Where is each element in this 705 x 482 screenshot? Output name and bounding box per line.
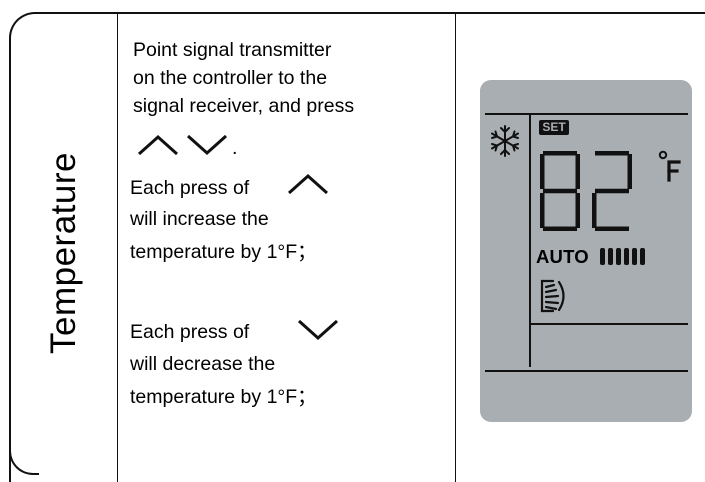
fan-mode-label: AUTO: [536, 246, 589, 267]
lcd-vertical-line: [529, 113, 531, 367]
lcd-top-line: [485, 113, 688, 115]
increase-prefix: Each press of: [130, 177, 250, 199]
digit-segment: [543, 151, 577, 156]
instruction-line-4-period: .: [232, 137, 238, 159]
increase-line-2: will increase the: [130, 208, 269, 230]
digit-segment: [575, 193, 580, 228]
row-title-cell: Temperature: [28, 138, 100, 368]
digit-segment: [592, 193, 597, 228]
decrease-line-3: temperature by 1°F；: [130, 386, 317, 408]
digit-segment: [595, 188, 629, 194]
digit-segment: [540, 193, 545, 228]
column-divider-right: [455, 12, 456, 482]
row-title: Temperature: [44, 152, 84, 354]
digit-segment: [543, 226, 577, 231]
instruction-line-1: Point signal transmitter: [133, 39, 332, 61]
digit-segment: [595, 151, 629, 156]
digit-segment: [575, 154, 580, 189]
instruction-line-3: signal receiver, and press: [133, 95, 355, 117]
lcd-display: SET AUTO: [480, 80, 692, 422]
lcd-bottom-line: [485, 370, 688, 372]
increase-line-3: temperature by 1°F；: [130, 241, 317, 263]
digit-segment: [543, 188, 577, 194]
column-divider-left: [117, 12, 118, 482]
down-arrow-icon: [186, 134, 228, 156]
decrease-prefix: Each press of: [130, 321, 250, 343]
fan-speed-bar: [632, 248, 637, 265]
digit-segment: [540, 154, 545, 189]
down-arrow-icon: [297, 319, 339, 341]
fahrenheit-unit: [658, 150, 681, 182]
digit-segment: [627, 154, 632, 189]
decrease-line-2: will decrease the: [130, 353, 276, 375]
up-arrow-icon: [137, 134, 179, 156]
fan-speed-bar: [616, 248, 621, 265]
snowflake-icon: [491, 125, 519, 157]
fan-speed-bar: [608, 248, 613, 265]
set-badge: SET: [539, 120, 569, 135]
digit-segment: [595, 226, 629, 231]
fan-speed-bar: [640, 248, 645, 265]
up-arrow-icon: [287, 173, 329, 195]
temperature-digits: [540, 151, 632, 231]
fan-speed-bar: [624, 248, 629, 265]
lcd-middle-line: [529, 323, 688, 325]
louver-swing-icon: [540, 279, 565, 313]
instruction-line-2: on the controller to the: [133, 67, 328, 89]
fan-speed-bar: [600, 248, 605, 265]
